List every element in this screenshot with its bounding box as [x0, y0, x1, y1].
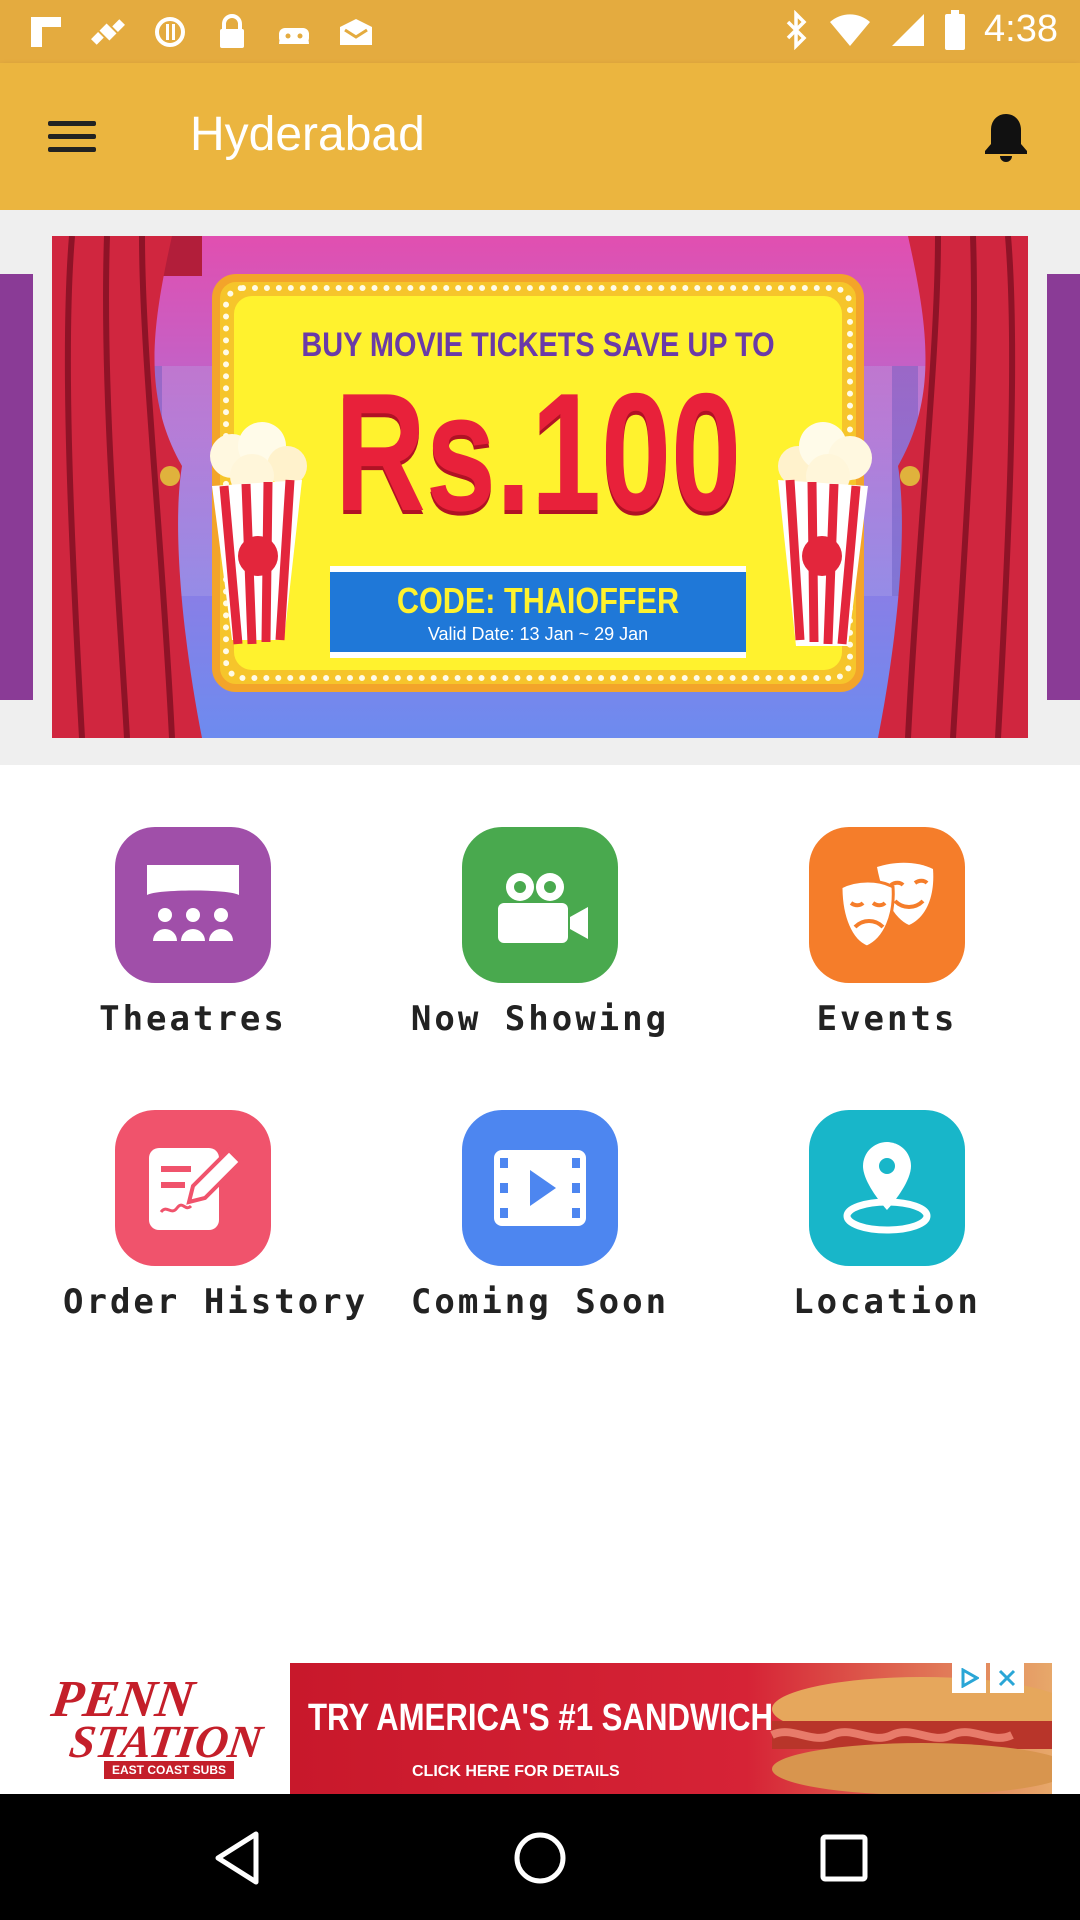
now-showing-label: Now Showing: [410, 999, 670, 1039]
theatres-tile[interactable]: Theatres: [63, 827, 323, 1057]
mail-icon: [336, 12, 376, 52]
status-bar: 4:38: [0, 0, 1080, 63]
flipboard-icon: [26, 12, 66, 52]
adchoices-icon[interactable]: [952, 1663, 986, 1693]
lock-icon: [212, 12, 252, 52]
offer-code: CODE: THAIOFFER: [396, 580, 680, 621]
ad-creative[interactable]: TRY AMERICA'S #1 SANDWICH CLICK HERE FOR…: [290, 1663, 1052, 1794]
android-icon: [274, 12, 314, 52]
location-tile[interactable]: Location: [757, 1110, 1017, 1340]
bluetooth-icon: [786, 9, 807, 50]
recents-button[interactable]: [808, 1822, 880, 1894]
penn-station-logo[interactable]: PENN STATION EAST COAST SUBS: [0, 1661, 290, 1794]
order-edit-icon: [115, 1110, 271, 1266]
system-nav-bar: [0, 1794, 1080, 1920]
fake-gps-icon: [88, 12, 128, 52]
home-button[interactable]: [504, 1822, 576, 1894]
drama-masks-icon: [809, 827, 965, 983]
popcorn-icon: [210, 422, 307, 645]
location-pin-icon: [809, 1110, 965, 1266]
coming-soon-tile[interactable]: Coming Soon: [410, 1110, 670, 1340]
menu-icon: [48, 120, 96, 126]
back-icon: [215, 1831, 259, 1885]
ad-banner[interactable]: PENN STATION EAST COAST SUBS TRY AMERICA…: [0, 1661, 1080, 1794]
ad-cta[interactable]: CLICK HERE FOR DETAILS: [412, 1763, 620, 1781]
data-saver-icon: [150, 12, 190, 52]
right-curtain: [878, 236, 1028, 738]
notification-button[interactable]: [972, 103, 1040, 171]
location-label: Location: [793, 1282, 981, 1322]
order-history-tile[interactable]: Order History: [63, 1110, 369, 1340]
promo-banner[interactable]: BUY MOVIE TICKETS SAVE UP TO Rs.100 CODE…: [52, 236, 1028, 738]
app-title-city[interactable]: Hyderabad: [190, 107, 425, 162]
previous-banner-peek[interactable]: [0, 274, 33, 700]
left-curtain: [52, 236, 202, 738]
offer-valid-dates: Valid Date: 13 Jan ~ 29 Jan: [427, 624, 649, 644]
menu-button[interactable]: [40, 108, 106, 164]
system-icons: 4:38: [784, 8, 1058, 51]
now-showing-tile[interactable]: Now Showing: [410, 827, 670, 1057]
film-play-icon: [462, 1110, 618, 1266]
signal-icon: [892, 13, 925, 46]
recents-icon: [820, 1834, 868, 1882]
events-label: Events: [816, 999, 958, 1039]
close-ad-icon[interactable]: [990, 1663, 1024, 1693]
status-time: 4:38: [984, 8, 1058, 50]
events-tile[interactable]: Events: [757, 827, 1017, 1057]
offer-amount: Rs.100: [334, 358, 742, 546]
theatres-label: Theatres: [99, 999, 287, 1039]
notification-bell-icon: [985, 114, 1027, 162]
ad-controls: [952, 1663, 1024, 1693]
order-history-label: Order History: [63, 1282, 369, 1322]
wifi-icon: [830, 13, 871, 46]
notification-icons: [26, 12, 376, 52]
video-camera-icon: [462, 827, 618, 983]
home-icon: [514, 1832, 566, 1884]
next-banner-peek[interactable]: [1047, 274, 1080, 700]
coming-soon-label: Coming Soon: [410, 1282, 670, 1322]
offer-code-strip: CODE: THAIOFFER Valid Date: 13 Jan ~ 29 …: [330, 566, 746, 658]
ad-headline: TRY AMERICA'S #1 SANDWICH: [308, 1697, 774, 1739]
back-button[interactable]: [201, 1822, 273, 1894]
app-bar: Hyderabad: [0, 63, 1080, 210]
theatre-seats-icon: [115, 827, 271, 983]
battery-icon: [945, 9, 966, 50]
popcorn-icon: [778, 422, 872, 646]
promo-carousel[interactable]: BUY MOVIE TICKETS SAVE UP TO Rs.100 CODE…: [0, 210, 1080, 765]
